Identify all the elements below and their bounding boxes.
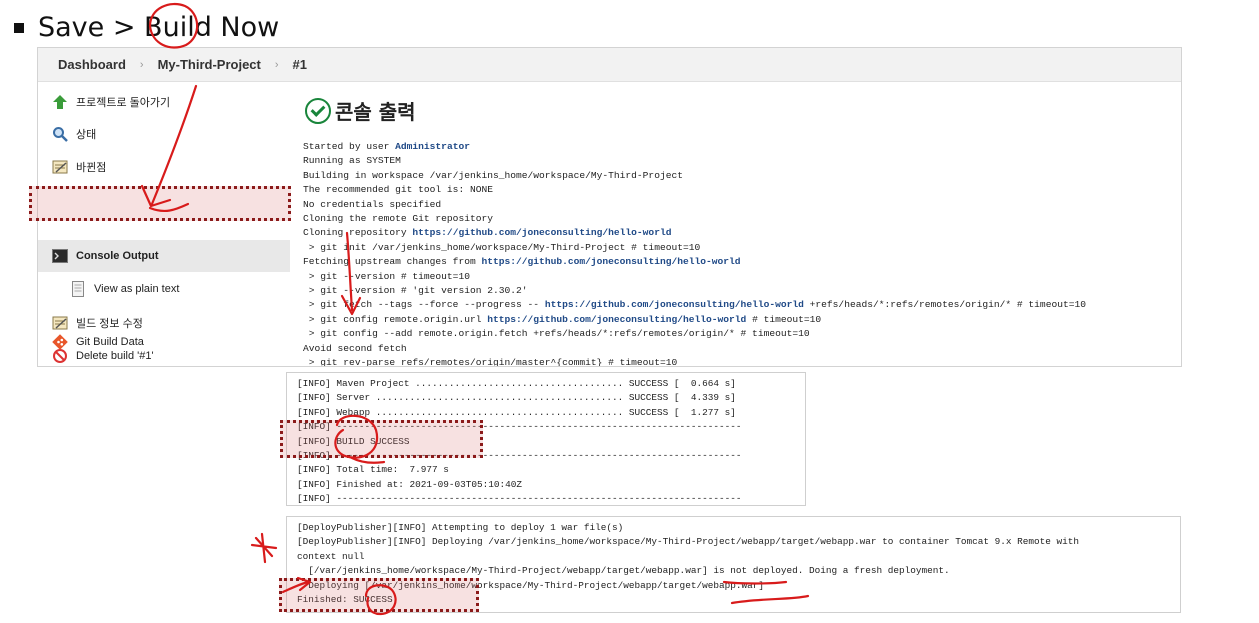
log-line: [INFO] Total time: 7.977 s	[297, 464, 449, 476]
log-line: context null	[297, 550, 365, 562]
up-arrow-icon	[52, 94, 68, 110]
chevron-right-icon: ›	[139, 58, 144, 71]
log-line: [INFO] Server ..........................…	[297, 392, 736, 404]
breadcrumb-dashboard[interactable]: Dashboard	[58, 57, 126, 72]
sidebar-item-console-output[interactable]: Console Output	[38, 240, 290, 272]
sidebar-item-git-build-data[interactable]: Git Build Data	[38, 326, 290, 358]
console-text: Started by user Administrator Running as…	[303, 140, 1181, 367]
console-line: > git config remote.origin.url	[303, 313, 488, 325]
log-line: [INFO] ---------------------------------…	[297, 493, 742, 505]
chevron-right-icon: ›	[274, 58, 279, 71]
console-line: # timeout=10	[746, 313, 822, 325]
slide-heading: Save > Build Now	[14, 12, 279, 43]
console-line: > git --version # timeout=10	[303, 270, 470, 282]
terminal-icon	[52, 248, 68, 264]
breadcrumb-build[interactable]: #1	[293, 57, 307, 72]
log-line: [INFO] BUILD SUCCESS	[297, 435, 410, 447]
sidebar-item-label: 프로젝트로 돌아가기	[76, 97, 171, 109]
log-line: Deploying [/var/jenkins_home/workspace/M…	[297, 579, 764, 591]
repo-link[interactable]: https://github.com/joneconsulting/hello-…	[412, 227, 671, 238]
jenkins-window: Dashboard › My-Third-Project › #1 프로젝트로 …	[37, 47, 1182, 367]
document-icon	[70, 281, 86, 297]
log-line: [DeployPublisher][INFO] Deploying /var/j…	[297, 536, 1080, 548]
log-line: [INFO] Webapp ..........................…	[297, 406, 736, 418]
log-line: [INFO] Finished at: 2021-09-03T05:10:40Z	[297, 478, 523, 490]
console-line: > git rev-parse refs/remotes/origin/mast…	[303, 357, 678, 367]
console-line: Building in workspace /var/jenkins_home/…	[303, 169, 683, 181]
sidebar-item-label: View as plain text	[94, 283, 180, 295]
console-line: > git config --add remote.origin.fetch +…	[303, 328, 810, 340]
log-line: [/var/jenkins_home/workspace/My-Third-Pr…	[297, 565, 950, 577]
console-panel: 콘솔 출력 Started by user Administrator Runn…	[293, 82, 1181, 366]
build-log-panel: [INFO] Maven Project ...................…	[286, 372, 806, 506]
console-line: > git --version # 'git version 2.30.2'	[303, 285, 528, 297]
console-line: Fetching upstream changes from	[303, 256, 482, 268]
console-line: Cloning the remote Git repository	[303, 213, 493, 225]
log-line: [INFO] ---------------------------------…	[297, 450, 742, 462]
console-line: Avoid second fetch	[303, 342, 407, 354]
sidebar-item-status[interactable]: 상태	[38, 118, 290, 150]
log-line: [INFO] ---------------------------------…	[297, 421, 742, 433]
sidebar-item-label: 바뀐점	[76, 162, 107, 174]
console-line: No credentials specified	[303, 198, 442, 210]
sidebar-item-changes[interactable]: 바뀐점	[38, 151, 290, 183]
console-line: Running as SYSTEM	[303, 155, 401, 167]
notepad-icon	[52, 159, 68, 175]
console-title: 콘솔 출력	[305, 96, 416, 125]
sidebar: 프로젝트로 돌아가기 상태 바뀐점 Console Output View as…	[38, 82, 290, 366]
success-check-icon	[305, 97, 331, 124]
sidebar-item-back-to-project[interactable]: 프로젝트로 돌아가기	[38, 86, 290, 118]
bullet-icon	[14, 22, 24, 33]
console-line: > git fetch --tags --force --progress --	[303, 299, 545, 311]
heading-text: Save > Build Now	[38, 12, 280, 43]
breadcrumb-project[interactable]: My-Third-Project	[158, 57, 261, 72]
repo-link[interactable]: https://github.com/joneconsulting/hello-…	[545, 299, 804, 310]
magnifier-icon	[52, 126, 68, 142]
console-line: > git init /var/jenkins_home/workspace/M…	[303, 241, 701, 253]
sidebar-item-view-plain-text[interactable]: View as plain text	[38, 273, 290, 305]
log-line: [DeployPublisher][INFO] Attempting to de…	[297, 522, 624, 533]
console-line: The recommended git tool is: NONE	[303, 184, 493, 196]
repo-link[interactable]: https://github.com/joneconsulting/hello-…	[487, 314, 746, 325]
git-icon	[52, 334, 68, 350]
console-line: Started by user	[303, 141, 396, 152]
user-link[interactable]: Administrator	[395, 141, 470, 152]
log-line: Finished: SUCCESS	[297, 594, 393, 606]
log-line: [INFO] Maven Project ...................…	[297, 378, 736, 389]
repo-link[interactable]: https://github.com/joneconsulting/hello-…	[481, 256, 740, 267]
sidebar-item-label: 상태	[76, 129, 97, 141]
annotation-star	[250, 532, 278, 564]
sidebar-item-label: Console Output	[76, 250, 159, 262]
deploy-log-panel: [DeployPublisher][INFO] Attempting to de…	[286, 516, 1181, 613]
console-title-text: 콘솔 출력	[335, 100, 416, 124]
sidebar-item-label: Git Build Data	[76, 336, 144, 348]
console-line: +refs/heads/*:refs/remotes/origin/* # ti…	[803, 299, 1086, 311]
breadcrumb: Dashboard › My-Third-Project › #1	[38, 48, 1181, 82]
console-line: Cloning repository	[303, 227, 413, 239]
